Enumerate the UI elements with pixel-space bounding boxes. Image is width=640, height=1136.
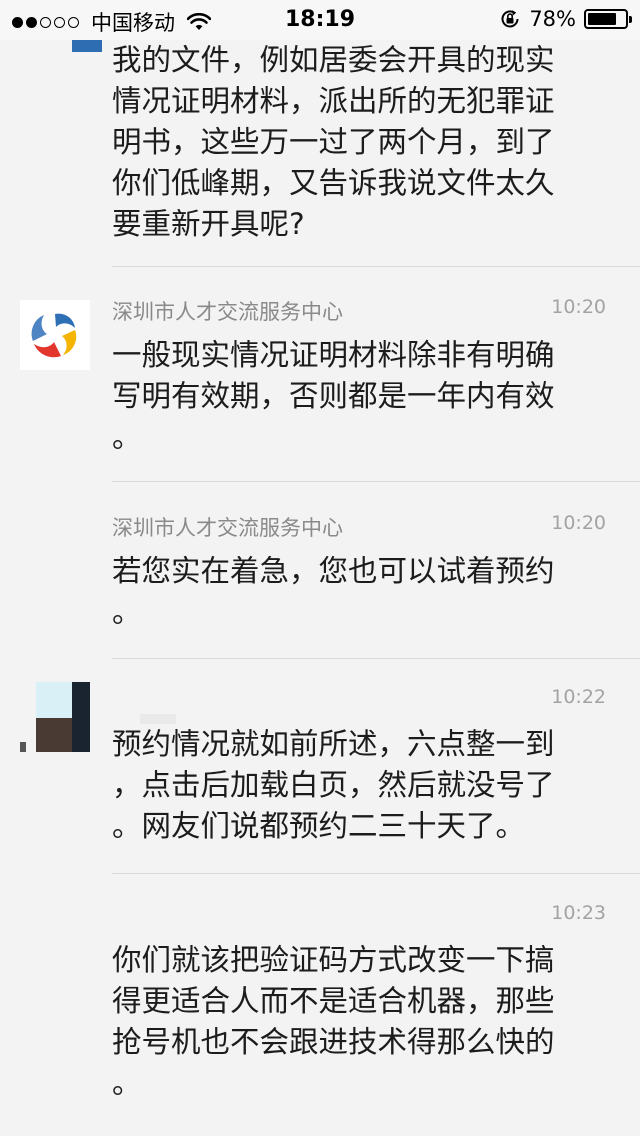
sender-name: 深圳市人才交流服务中心 [112, 516, 343, 540]
battery-percent: 78% [529, 7, 576, 31]
sender-name: 深圳市人才交流服务中心 [112, 300, 343, 324]
message-text: 一般现实情况证明材料除非有明确 写明有效期，否则都是一年内有效 。 [112, 338, 555, 454]
avatar [36, 40, 102, 52]
list-item[interactable]: 10:23 你们就该把验证码方式改变一下搞 得更适合人而不是适合机器，那些 抢号… [0, 874, 640, 1136]
message-text: 若您实在着急，您也可以试着预约 。 [112, 554, 555, 629]
message-list[interactable]: 我的文件，例如居委会开具的现实 情况证明材料，派出所的无犯罪证 明书，这些万一过… [0, 40, 640, 1136]
avatar [20, 682, 90, 752]
message-time: 10:20 [551, 296, 606, 318]
status-bar: 中国移动 18:19 78% [0, 0, 640, 40]
message-text: 我的文件，例如居委会开具的现实 情况证明材料，派出所的无犯罪证 明书，这些万一过… [112, 43, 555, 241]
message-time: 10:22 [551, 686, 606, 708]
message-time: 10:20 [551, 512, 606, 534]
status-right: 78% [499, 7, 632, 31]
list-item[interactable]: 10:22 预约情况就如前所述，六点整一到 ，点击后加载白页，然后就没号了 。网… [0, 658, 640, 874]
redacted-name [140, 714, 176, 724]
list-item[interactable]: 深圳市人才交流服务中心 10:20 一般现实情况证明材料除非有明确 写明有效期，… [0, 266, 640, 482]
list-item[interactable]: 深圳市人才交流服务中心 10:20 若您实在着急，您也可以试着预约 。 [0, 482, 640, 659]
message-time: 10:23 [551, 902, 606, 924]
list-item[interactable]: 我的文件，例如居委会开具的现实 情况证明材料，派出所的无犯罪证 明书，这些万一过… [0, 40, 640, 267]
message-text: 你们就该把验证码方式改变一下搞 得更适合人而不是适合机器，那些 抢号机也不会跟进… [112, 943, 555, 1100]
orientation-lock-icon [499, 8, 521, 30]
message-text: 预约情况就如前所述，六点整一到 ，点击后加载白页，然后就没号了 。网友们说都预约… [112, 727, 555, 843]
battery-fill [588, 13, 617, 25]
battery-icon [584, 9, 632, 29]
service-center-logo-icon [20, 300, 90, 370]
